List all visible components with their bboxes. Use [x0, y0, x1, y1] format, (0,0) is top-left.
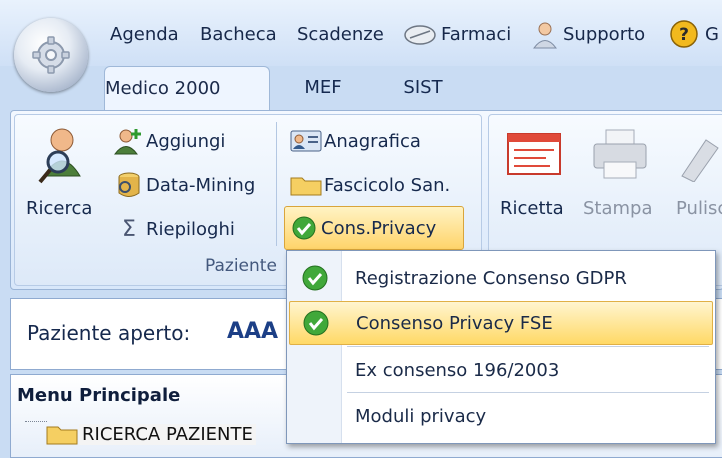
folder-icon [290, 177, 322, 196]
ricetta-button[interactable]: Ricetta [496, 126, 574, 226]
stampa-button[interactable]: Stampa [580, 126, 660, 226]
open-patient-value: AAA [227, 319, 279, 344]
supporto-link[interactable]: Supporto [530, 22, 646, 49]
anagrafica-label: Anagrafica [324, 130, 421, 152]
sigma-icon: Σ [122, 216, 136, 242]
check-circle-icon [292, 216, 316, 240]
tree-connector [25, 421, 47, 422]
menu-item-consenso-fse[interactable]: Consenso Privacy FSE [289, 301, 713, 345]
printer-icon [593, 129, 647, 179]
tab-mef[interactable]: MEF [288, 68, 358, 108]
help-question-icon: ? [670, 20, 698, 48]
svg-text:?: ? [679, 25, 689, 45]
search-person-icon [38, 128, 81, 184]
agenda-label: Agenda [110, 24, 179, 45]
riepiloghi-label: Riepiloghi [146, 218, 235, 240]
cons-privacy-label: Cons.Privacy [321, 217, 437, 239]
id-card-icon [290, 130, 322, 152]
tab-sist-label: SIST [403, 77, 443, 98]
database-icon [118, 172, 140, 197]
gear-icon [32, 36, 70, 74]
stampa-label: Stampa [583, 198, 653, 219]
menu-separator [347, 392, 709, 393]
farmaci-label: Farmaci [441, 24, 512, 45]
menu-separator [347, 346, 709, 347]
check-circle-icon [302, 265, 328, 291]
pulisci-label: Pulisc [676, 198, 722, 219]
folder-icon [46, 426, 78, 445]
cons-privacy-dropdown-menu: Registrazione Consenso GDPR Consenso Pri… [286, 250, 716, 444]
anagrafica-button[interactable]: Anagrafica [288, 126, 421, 156]
prescription-icon [507, 133, 561, 175]
pill-icon [404, 25, 436, 45]
open-patient-label: Paziente aperto: [27, 321, 191, 345]
scadenze-label: Scadenze [297, 24, 384, 45]
bacheca-label: Bacheca [200, 24, 277, 45]
eraser-icon [681, 139, 719, 182]
check-circle-icon [303, 310, 329, 336]
support-person-icon [533, 22, 557, 49]
ricerca-label: Ricerca [26, 198, 93, 219]
agenda-link[interactable]: Agenda [110, 22, 179, 48]
guida-label: G [705, 24, 719, 45]
tree-item-label: RICERCA PAZIENTE [79, 423, 256, 445]
menu-item-label: Consenso Privacy FSE [356, 312, 553, 334]
add-person-icon [114, 129, 141, 155]
data-mining-button[interactable]: Data-Mining [112, 170, 255, 200]
application-menu-button[interactable] [14, 18, 88, 92]
fascicolo-button[interactable]: Fascicolo San. [288, 170, 450, 200]
pulisci-button[interactable]: Pulisc [672, 126, 722, 226]
tree-item-ricerca-paziente[interactable]: RICERCA PAZIENTE [45, 419, 256, 449]
data-mining-label: Data-Mining [146, 174, 256, 196]
ricerca-button[interactable]: Ricerca [22, 126, 102, 226]
menu-item-label: Moduli privacy [355, 405, 487, 427]
guida-link[interactable]: ? G [668, 20, 719, 48]
group-label-paziente: Paziente [205, 256, 277, 276]
ricetta-label: Ricetta [500, 198, 564, 219]
tab-sist[interactable]: SIST [388, 68, 458, 108]
tab-medico-label: Medico 2000 [105, 78, 221, 99]
menu-item-moduli-privacy[interactable]: Moduli privacy [289, 395, 711, 437]
menu-item-registrazione-gdpr[interactable]: Registrazione Consenso GDPR [289, 257, 711, 299]
bacheca-link[interactable]: Bacheca [200, 22, 277, 48]
menu-item-ex-consenso[interactable]: Ex consenso 196/2003 [289, 349, 711, 391]
aggiungi-button[interactable]: Aggiungi [112, 126, 225, 156]
main-menu-title: Menu Principale [17, 385, 181, 406]
scadenze-link[interactable]: Scadenze [297, 22, 384, 48]
aggiungi-label: Aggiungi [146, 130, 226, 152]
supporto-label: Supporto [563, 24, 646, 45]
tab-mef-label: MEF [304, 77, 342, 98]
tab-medico-2000[interactable]: Medico 2000 [104, 66, 270, 113]
menu-item-label: Registrazione Consenso GDPR [355, 267, 627, 289]
cons-privacy-button[interactable]: Cons.Privacy [284, 206, 464, 250]
riepiloghi-button[interactable]: Σ Riepiloghi [112, 214, 235, 244]
fascicolo-label: Fascicolo San. [324, 174, 451, 196]
ribbon-separator [276, 122, 277, 246]
farmaci-link[interactable]: Farmaci [402, 22, 511, 48]
menu-item-label: Ex consenso 196/2003 [355, 359, 560, 381]
